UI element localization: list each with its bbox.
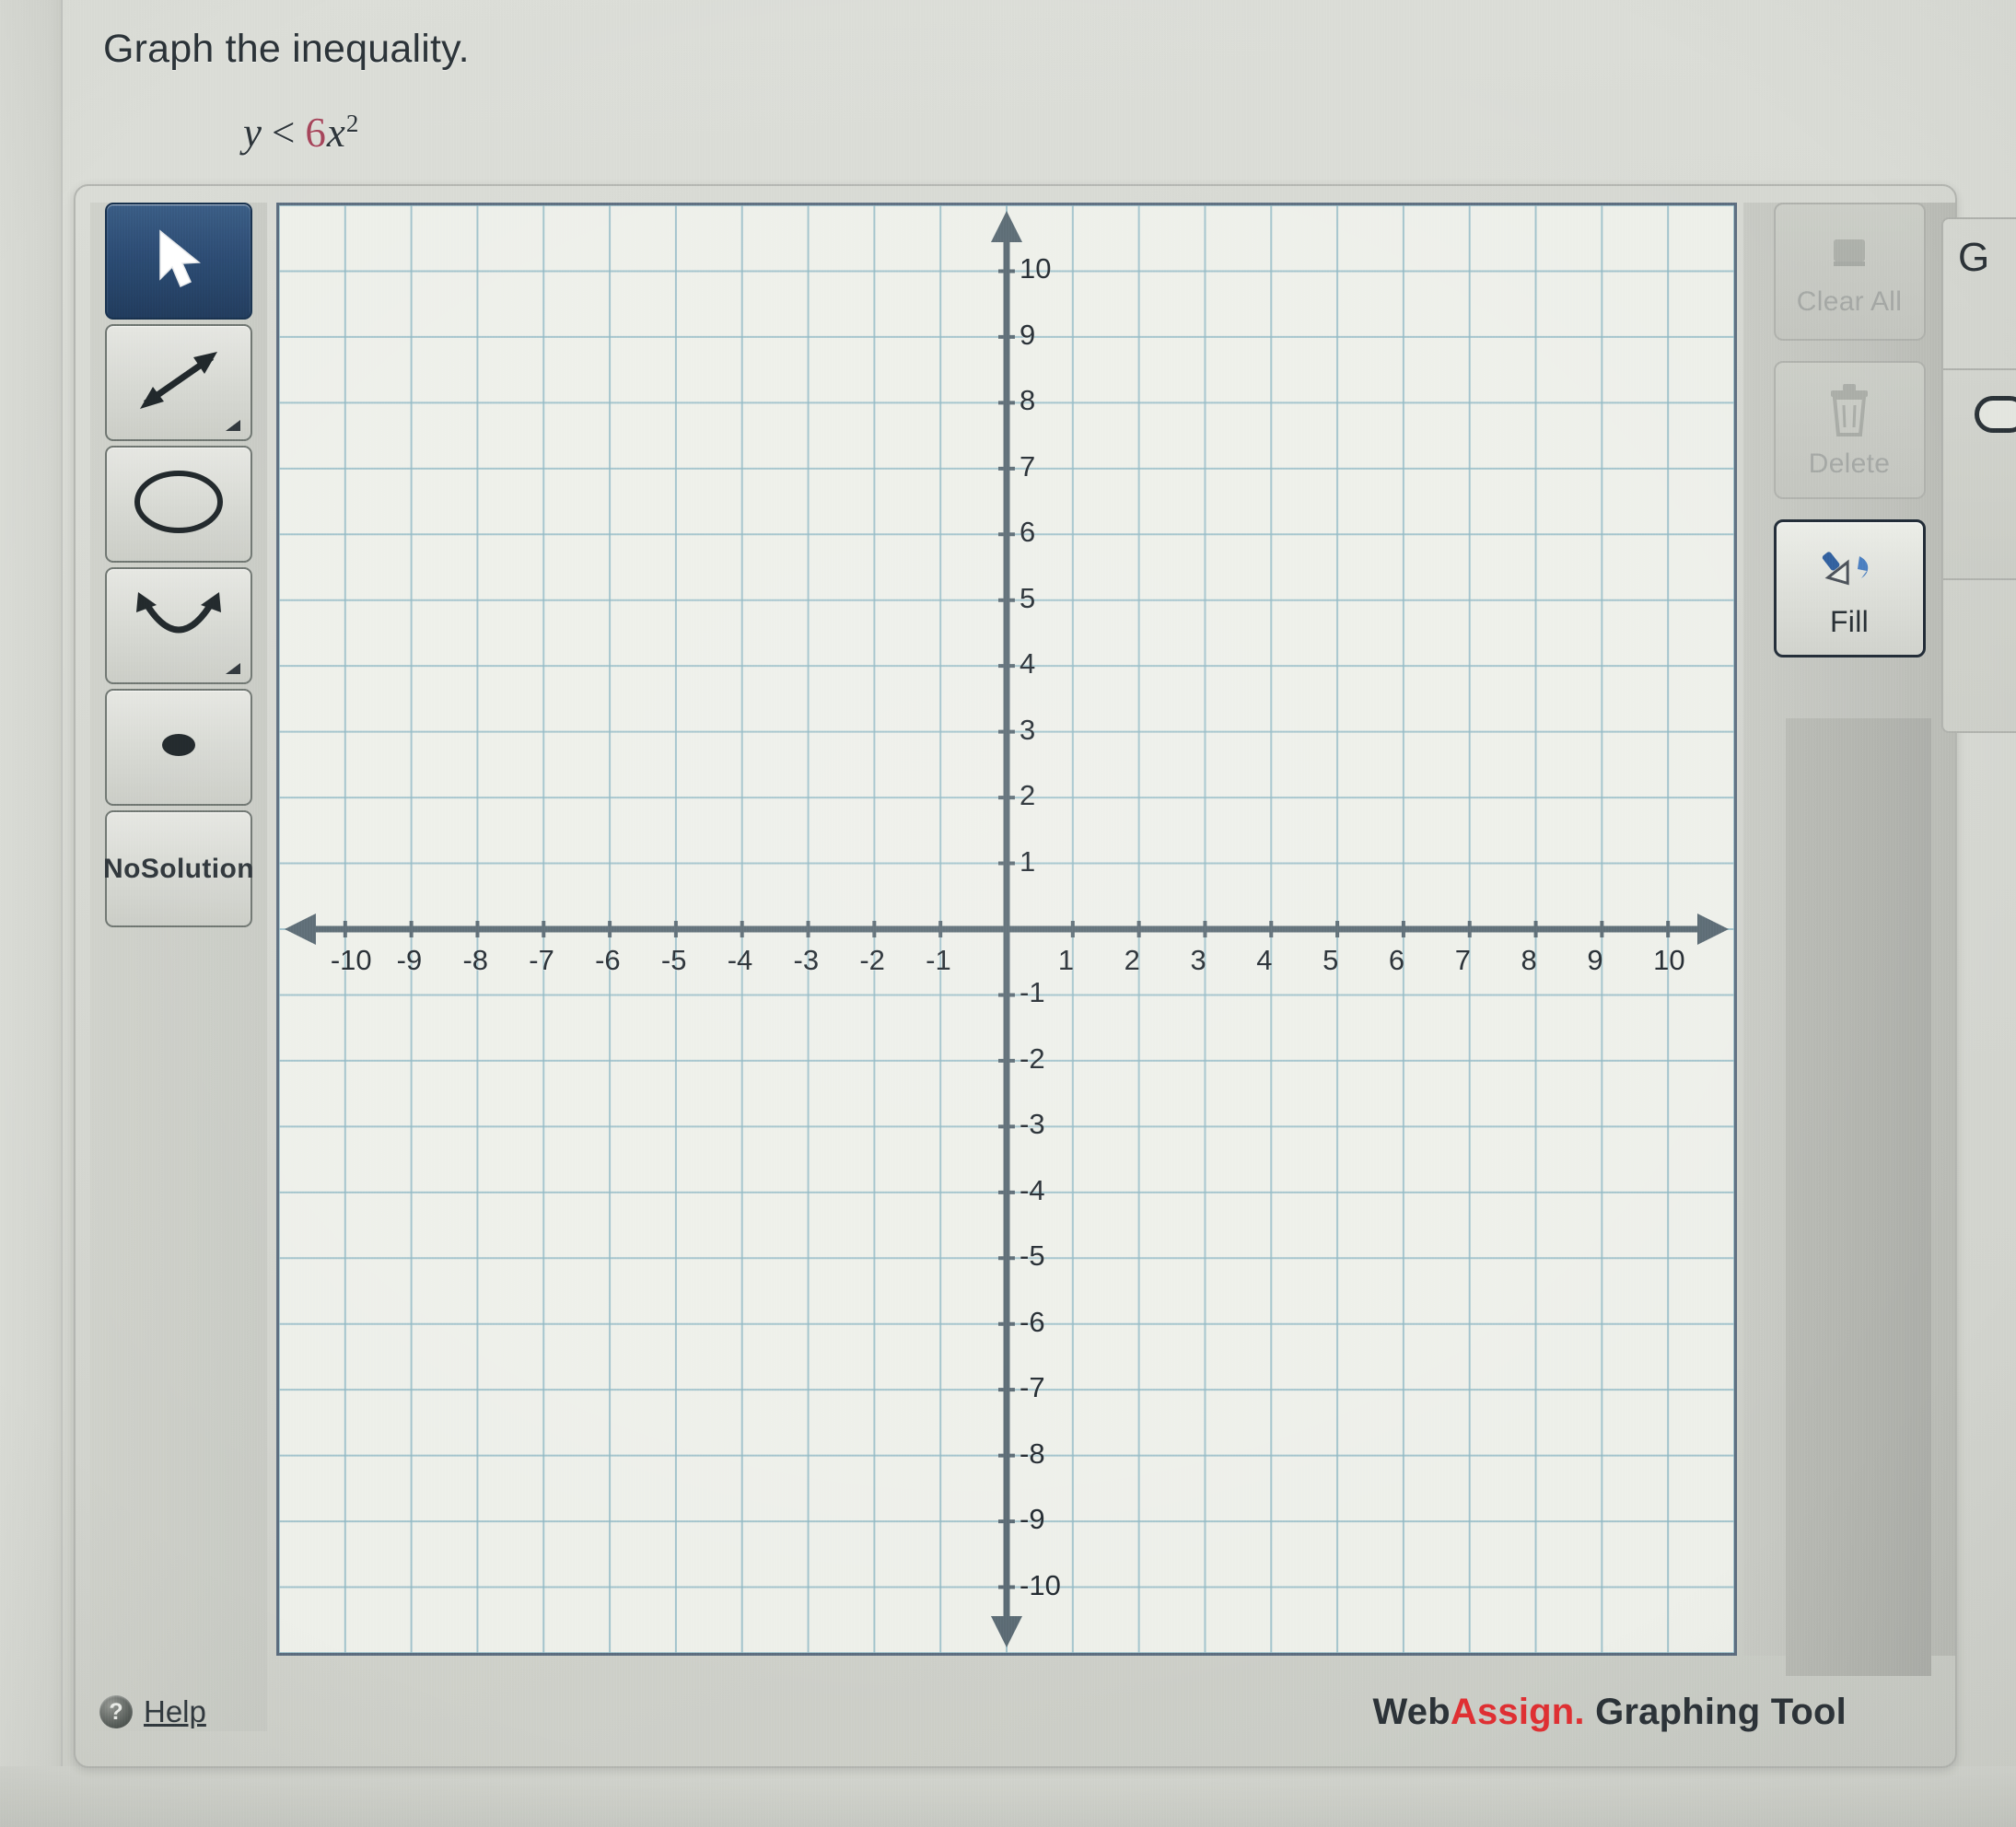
x-tick-label: 10 [1653,944,1685,976]
y-tick-label: -4 [1020,1173,1045,1206]
delete-label: Delete [1808,448,1891,479]
inequality-expression: y <6x2 [243,109,1393,157]
tool-line[interactable] [105,324,252,441]
offscreen-pill-control[interactable] [1975,396,2016,433]
y-tick-label: -10 [1020,1568,1061,1601]
graphing-tool-window: No Solution ? Help -10 -9 -8 -7 -6 -5 -4 -3 -2 -1… [74,184,1957,1768]
y-tick-label: -3 [1020,1108,1045,1141]
question-header: Graph the inequality. y <6x2 [103,26,1393,157]
drawing-toolbar: No Solution [90,203,267,1731]
y-tick-label: 1 [1020,844,1036,878]
offscreen-letter: G [1958,235,1990,280]
tool-circle[interactable] [105,446,252,563]
x-tick-label: -6 [595,944,621,976]
bottom-desk-strip [0,1766,2016,1827]
x-tick-label: 8 [1521,944,1537,976]
no-solution-line-1: No [103,853,141,884]
tool-no-solution[interactable]: No Solution [103,810,254,927]
x-tick-label: 1 [1057,944,1075,976]
equation-coefficient: 6 [305,109,327,156]
brand-assign: Assign. [1450,1692,1585,1732]
panel-filler-strip [1786,718,1931,1676]
left-margin-rail [0,0,63,1827]
x-tick-label: -3 [793,944,820,976]
brand-suffix: Graphing Tool [1595,1692,1847,1732]
x-tick-label: 4 [1256,944,1273,976]
equation-operator: < [271,109,297,156]
y-tick-label: 5 [1020,581,1036,614]
y-tick-label: 7 [1020,449,1036,483]
tool-options-triangle-icon[interactable] [226,420,240,431]
y-tick-label: 6 [1020,516,1036,549]
x-tick-label: 7 [1454,944,1471,976]
y-tick-label: 4 [1020,647,1036,681]
help-link[interactable]: ? Help [99,1694,206,1729]
y-tick-label: -6 [1020,1305,1045,1338]
paint-bucket-icon [1819,538,1880,599]
y-tick-label: -5 [1020,1239,1045,1273]
parabola-icon [125,585,232,667]
fill-button[interactable]: Fill [1773,519,1926,657]
y-tick-label: 8 [1020,384,1036,417]
question-mark-circle-icon: ? [99,1695,133,1728]
tool-parabola[interactable] [105,567,252,684]
eraser-icon [1824,227,1874,281]
tool-pointer[interactable] [105,203,252,320]
x-tick-label: 5 [1323,944,1339,976]
y-tick-label: 9 [1020,318,1036,351]
y-tick-label: -1 [1020,976,1045,1009]
ellipse-icon [129,466,228,542]
y-tick-label: 3 [1020,713,1036,746]
graph-svg [279,205,1734,1653]
trash-can-icon [1824,381,1875,443]
x-tick-label: 2 [1124,944,1140,976]
x-tick-label: 3 [1190,944,1206,976]
webassign-branding: WebAssign. Graphing Tool [1373,1692,1847,1733]
y-tick-label: -8 [1020,1437,1045,1470]
x-tick-label: -4 [727,944,753,976]
equation-lhs: y [243,109,262,156]
no-solution-line-2: Solution [140,853,254,884]
clear-all-label: Clear All [1796,285,1903,317]
x-tick-label: -8 [462,944,489,976]
x-tick-label: 9 [1587,944,1603,976]
cursor-arrow-icon [149,226,208,297]
tool-point[interactable] [105,689,252,806]
x-tick-label: -9 [396,944,423,976]
x-tick-label: 6 [1388,944,1405,976]
y-tick-label: -9 [1020,1503,1045,1536]
x-tick-label: -10 [330,944,372,976]
fill-label: Fill [1829,605,1870,638]
x-tick-label: -7 [529,944,554,976]
x-tick-label: -5 [660,944,687,976]
x-tick-label: -1 [926,944,951,976]
brand-web: Web [1372,1692,1451,1732]
delete-button[interactable]: Delete [1773,361,1926,499]
filled-dot-icon [151,724,206,771]
tool-options-triangle-icon[interactable] [226,663,240,674]
clear-all-button[interactable]: Clear All [1773,203,1926,341]
y-tick-label: 10 [1020,252,1052,285]
action-panel: Clear All Delete Fill [1743,203,1955,1676]
equation-variable: x [326,109,346,156]
y-tick-label: -2 [1020,1042,1045,1075]
y-tick-label: -7 [1020,1371,1045,1404]
double-arrow-line-icon [127,341,230,425]
y-tick-label: 2 [1020,779,1036,812]
x-tick-label: -2 [859,944,885,976]
equation-exponent: 2 [345,109,360,137]
help-label: Help [144,1694,206,1728]
coordinate-plane[interactable]: -10 -9 -8 -7 -6 -5 -4 -3 -2 -1 1 2 3 4 5 6 7 8 9 10 10 9 8 7 6 5 4… [276,203,1737,1656]
page-title: Graph the inequality. [103,27,470,71]
